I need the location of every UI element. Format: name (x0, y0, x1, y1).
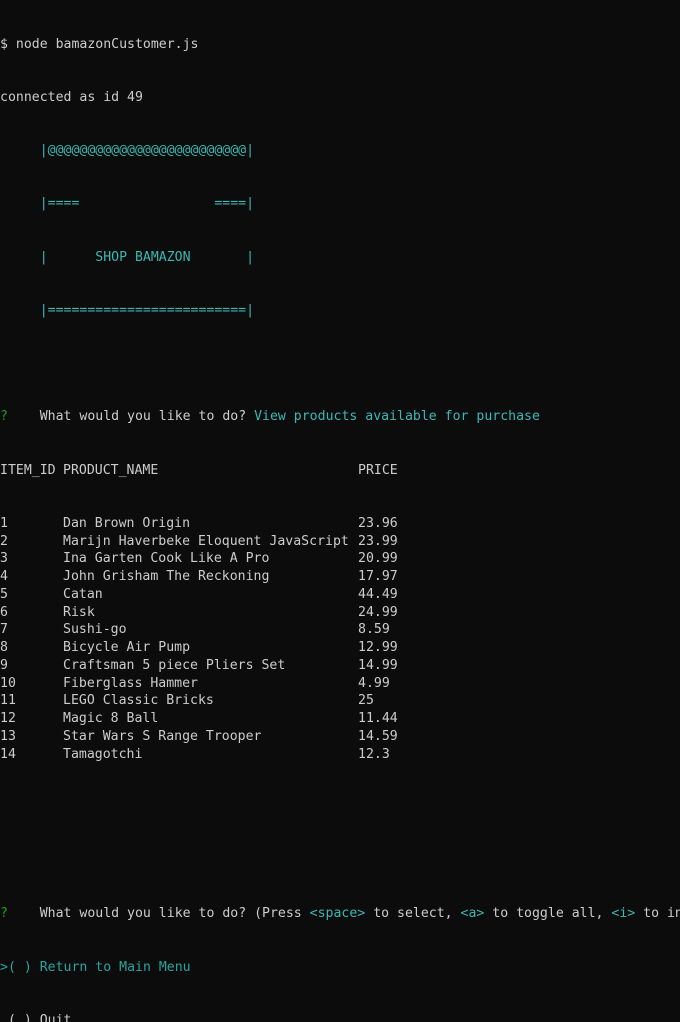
pointer-blank (0, 1013, 8, 1022)
product-name: Sushi-go (63, 622, 127, 638)
table-row: 12 Magic 8 Ball 11.44 (0, 710, 680, 728)
item-id: 9 (0, 657, 8, 673)
price: 11.44 (358, 711, 398, 726)
prompt-checkbox: ? What would you like to do? (Press <spa… (0, 905, 680, 923)
product-name: Star Wars S Range Trooper (63, 728, 262, 744)
table-row: 10 Fiberglass Hammer 4.99 (0, 675, 680, 693)
prompt-text: to toggle all, (484, 906, 612, 922)
choice-return-main-menu[interactable]: >( ) Return to Main Menu (0, 959, 680, 977)
item-id: 8 (0, 640, 8, 655)
item-id: 14 (0, 746, 16, 762)
command-line: $ node bamazonCustomer.js (0, 36, 199, 52)
table-row: 1 Dan Brown Origin 23.96 (0, 515, 680, 533)
question-mark-icon: ? (0, 906, 8, 922)
product-name: Risk (63, 604, 95, 620)
item-id: 1 (0, 515, 8, 531)
price: 8.59 (358, 622, 390, 638)
header-item-id: ITEM_ID (0, 462, 56, 478)
checkbox[interactable]: ( ) (8, 1013, 32, 1022)
item-id: 13 (0, 728, 16, 744)
item-id: 6 (0, 604, 8, 620)
price: 14.59 (358, 728, 398, 744)
price: 44.49 (358, 586, 398, 602)
product-name: Fiberglass Hammer (63, 675, 198, 691)
price: 12.3 (358, 746, 390, 762)
prompt-text: to in (635, 906, 680, 922)
price: 12.99 (358, 640, 398, 655)
key-hint-space: <space> (309, 906, 366, 922)
price: 25 (358, 693, 374, 709)
checkbox[interactable]: ( ) (8, 960, 32, 975)
item-id: 10 (0, 675, 16, 691)
product-name: Dan Brown Origin (63, 515, 191, 531)
product-name: Marijn Haverbeke Eloquent JavaScript (63, 533, 349, 549)
item-id: 11 (0, 693, 16, 709)
pointer-icon: > (0, 959, 8, 975)
table-row: 14 Tamagotchi 12.3 (0, 746, 680, 764)
product-name: LEGO Classic Bricks (63, 693, 214, 709)
price: 23.96 (358, 515, 398, 531)
connection-status: connected as id 49 (0, 89, 143, 105)
prompt-text: to select, (365, 906, 461, 922)
table-row: 11 LEGO Classic Bricks 25 (0, 692, 680, 710)
item-id: 12 (0, 711, 16, 726)
choice-label: Quit (39, 1012, 72, 1022)
banner-title: | SHOP BAMAZON | (0, 249, 255, 265)
prompt-question: What would you like to do? (Press (39, 906, 310, 922)
banner-bottom: |=========================| (0, 302, 255, 318)
item-id: 7 (0, 622, 8, 638)
key-hint-a: <a> (460, 906, 485, 922)
header-price: PRICE (358, 462, 398, 478)
question-mark-icon: ? (0, 409, 8, 425)
item-id: 5 (0, 586, 8, 602)
price: 14.99 (358, 657, 398, 673)
table-row: 5 Catan 44.49 (0, 586, 680, 604)
header-product-name: PRODUCT_NAME (63, 462, 159, 478)
price: 17.97 (358, 569, 398, 584)
table-row: 4 John Grisham The Reckoning 17.97 (0, 568, 680, 586)
table-row: 7 Sushi-go 8.59 (0, 621, 680, 639)
item-id: 2 (0, 533, 8, 549)
prompt-answer: View products available for purchase (254, 409, 540, 425)
choice-quit[interactable]: ( ) Quit (0, 1012, 680, 1022)
table-row: 13 Star Wars S Range Trooper 14.59 (0, 728, 680, 746)
product-name: Ina Garten Cook Like A Pro (63, 551, 270, 567)
table-row: 3 Ina Garten Cook Like A Pro 20.99 (0, 550, 680, 568)
choice-label: Return to Main Menu (39, 959, 191, 975)
prompt-answered: ? What would you like to do? View produc… (0, 408, 680, 426)
product-name: Tamagotchi (63, 746, 143, 762)
banner-row: |==== ====| (0, 196, 255, 212)
product-name: John Grisham The Reckoning (63, 569, 270, 584)
product-name: Magic 8 Ball (63, 711, 159, 726)
price: 20.99 (358, 551, 398, 567)
table-header: ITEM_ID PRODUCT_NAME PRICE (0, 462, 680, 480)
product-name: Craftsman 5 piece Pliers Set (63, 657, 286, 673)
prompt-question: What would you like to do? (39, 409, 247, 425)
product-name: Bicycle Air Pump (63, 640, 191, 655)
terminal[interactable]: $ node bamazonCustomer.js connected as i… (0, 0, 680, 1022)
item-id: 3 (0, 551, 8, 567)
banner-top: |@@@@@@@@@@@@@@@@@@@@@@@@@| (0, 143, 255, 158)
table-row: 2 Marijn Haverbeke Eloquent JavaScript 23.… (0, 533, 680, 551)
table-row: 6 Risk 24.99 (0, 604, 680, 622)
product-name: Catan (63, 586, 103, 602)
price: 23.99 (358, 533, 398, 549)
key-hint-i: <i> (611, 906, 636, 922)
table-row: 8 Bicycle Air Pump 12.99 (0, 639, 680, 657)
price: 24.99 (358, 604, 398, 620)
item-id: 4 (0, 569, 8, 584)
table-row: 9 Craftsman 5 piece Pliers Set 14.99 (0, 657, 680, 675)
price: 4.99 (358, 675, 390, 691)
